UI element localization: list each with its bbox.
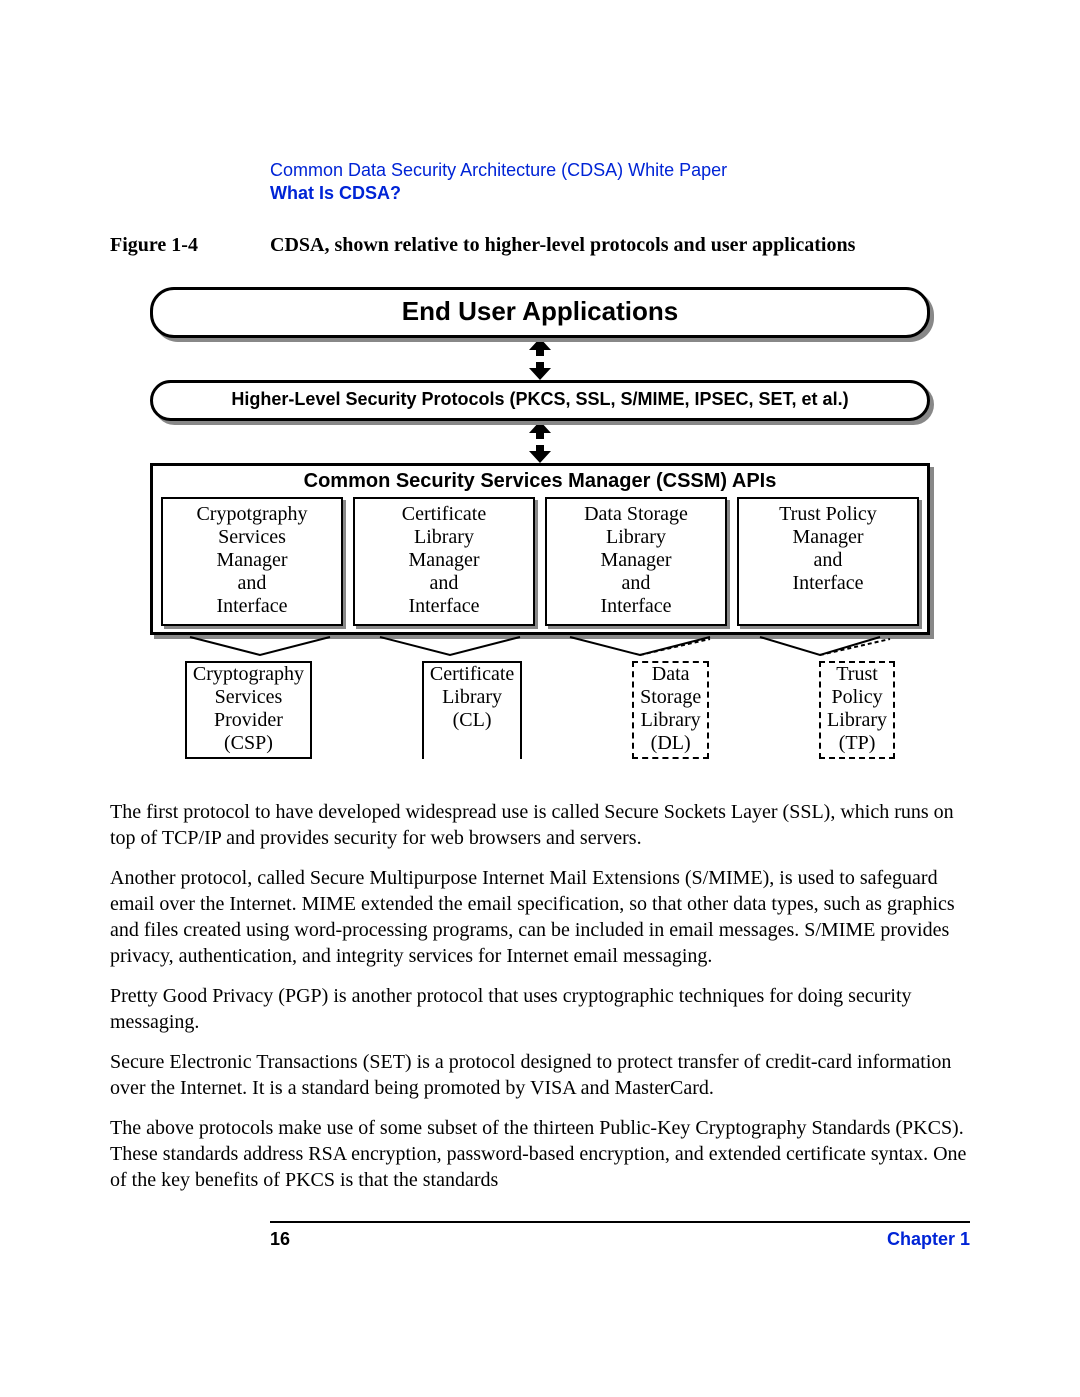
crypto-services-manager-box: Crypotgraphy Services Manager and Interf… [161,497,343,626]
page-footer: 16 Chapter 1 [270,1229,970,1250]
trust-policy-manager-box: Trust Policy Manager and Interface [737,497,919,626]
paragraph: Another protocol, called Secure Multipur… [110,865,970,969]
paragraph: Pretty Good Privacy (PGP) is another pro… [110,983,970,1035]
header-section-title: What Is CDSA? [270,183,970,204]
paragraph: Secure Electronic Transactions (SET) is … [110,1049,970,1101]
header-doc-title: Common Data Security Architecture (CDSA)… [270,160,970,181]
cssm-title: Common Security Services Manager (CSSM) … [153,466,927,495]
footer-rule [270,1221,970,1223]
tp-plugin-box: Trust Policy Library (TP) [819,661,895,759]
paragraph: The first protocol to have developed wid… [110,799,970,851]
figure-caption: CDSA, shown relative to higher-level pro… [270,234,970,257]
data-storage-library-manager-box: Data Storage Library Manager and Interfa… [545,497,727,626]
figure-title: Figure 1-4 CDSA, shown relative to highe… [110,234,970,257]
body-text: The first protocol to have developed wid… [110,799,970,1193]
higher-level-protocols-box: Higher-Level Security Protocols (PKCS, S… [150,380,930,421]
dl-plugin-box: Data Storage Library (DL) [632,661,709,759]
cssm-apis-box: Common Security Services Manager (CSSM) … [150,463,930,635]
end-user-applications-box: End User Applications [150,287,930,338]
page-number: 16 [270,1229,290,1250]
certificate-library-manager-box: Certificate Library Manager and Interfac… [353,497,535,626]
connector-lines [150,635,930,661]
chapter-label: Chapter 1 [887,1229,970,1250]
arrow-up-down-icon [150,421,930,463]
paragraph: The above protocols make use of some sub… [110,1115,970,1193]
architecture-diagram: End User Applications Higher-Level Secur… [150,287,930,759]
page-header: Common Data Security Architecture (CDSA)… [270,160,970,204]
cl-plugin-box: Certificate Library (CL) [422,661,522,759]
figure-label: Figure 1-4 [110,234,270,257]
arrow-up-down-icon [150,338,930,380]
csp-plugin-box: Cryptography Services Provider (CSP) [185,661,312,759]
